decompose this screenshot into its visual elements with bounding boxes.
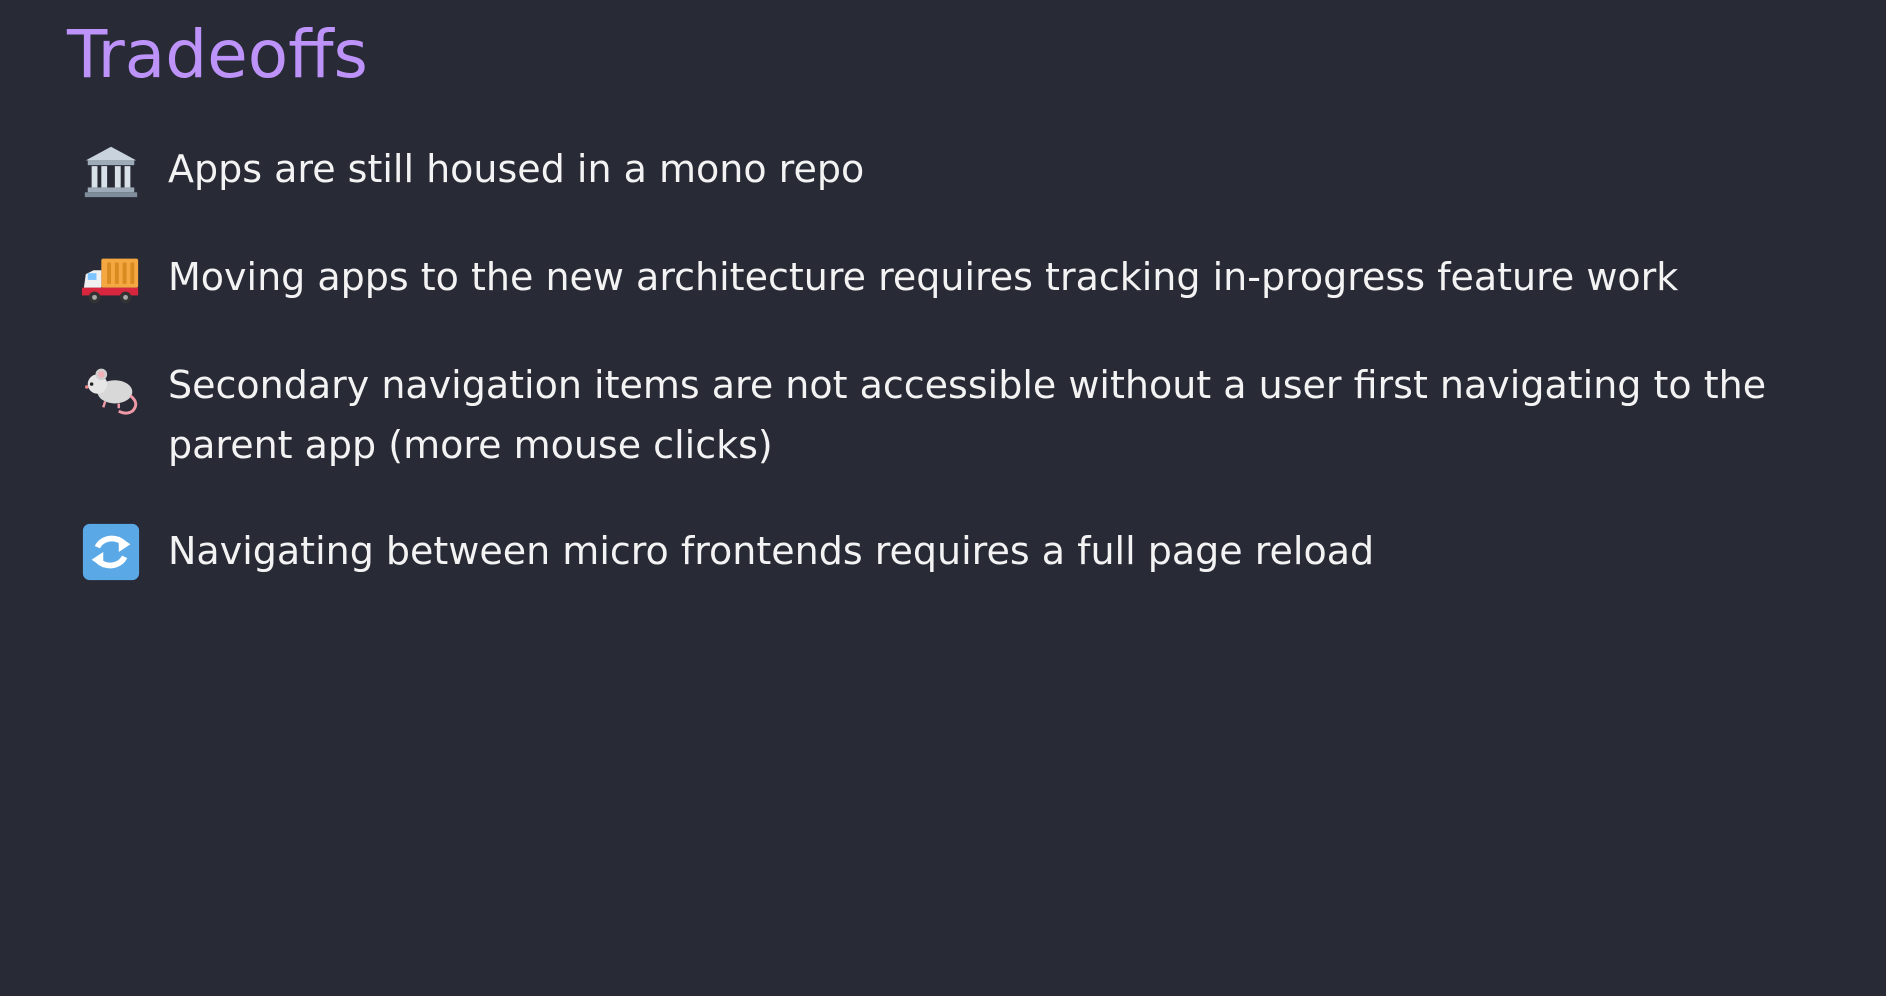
delivery-truck-icon <box>80 247 142 309</box>
slide-title: Tradeoffs <box>67 16 368 93</box>
slide: Tradeoffs Apps are still housed in a mon… <box>0 0 1886 996</box>
list-item: Moving apps to the new architecture requ… <box>80 247 1800 309</box>
list-item: Navigating between micro frontends requi… <box>80 521 1800 583</box>
list-item-text: Secondary navigation items are not acces… <box>168 363 1767 467</box>
list-item-text: Apps are still housed in a mono repo <box>168 147 865 191</box>
list-item: Secondary navigation items are not acces… <box>80 355 1800 475</box>
list-item-text: Navigating between micro frontends requi… <box>168 529 1375 573</box>
list-item-text: Moving apps to the new architecture requ… <box>168 255 1679 299</box>
tradeoffs-list: Apps are still housed in a mono repo Mov… <box>80 139 1800 629</box>
list-item: Apps are still housed in a mono repo <box>80 139 1800 201</box>
mouse-icon <box>80 355 142 417</box>
counterclockwise-arrows-icon <box>80 521 142 583</box>
classical-building-icon <box>80 139 142 201</box>
